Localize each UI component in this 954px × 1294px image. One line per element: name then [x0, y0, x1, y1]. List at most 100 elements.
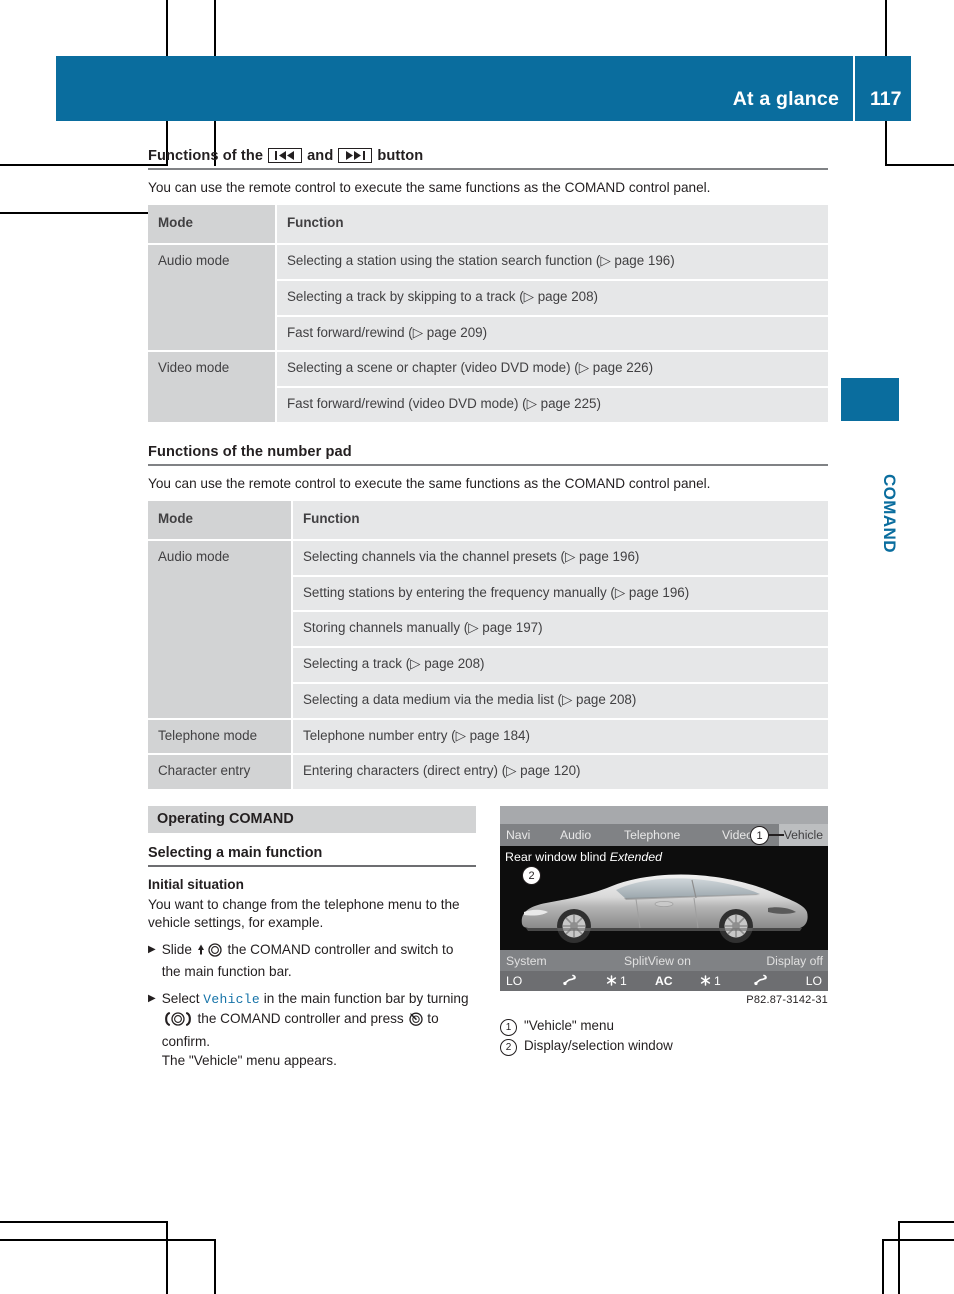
cell-function: Telephone number entry (▷ page 184): [291, 718, 828, 756]
screen-menu-video[interactable]: Video: [722, 828, 753, 842]
screen-menu-navi[interactable]: Navi: [506, 828, 530, 842]
comand-controller-press-icon: [408, 1012, 424, 1031]
functions-skip-button-table: Mode Function Audio mode Selecting a sta…: [148, 205, 828, 424]
table-header-row: Mode Function: [148, 501, 828, 541]
step-arrow-icon: ▶: [148, 944, 156, 956]
crop-mark-br-v1: [898, 1221, 900, 1294]
page-header-band: At a glance 117: [56, 56, 911, 121]
operating-subheading: Initial situation: [148, 876, 244, 892]
callout-1: 1: [750, 826, 769, 845]
column-header-mode: Mode: [148, 205, 276, 246]
section-1-heading-mid: and: [307, 148, 334, 164]
section-1-heading-prefix: Functions of the: [148, 148, 264, 164]
cell-function: Selecting a scene or chapter (video DVD …: [275, 351, 828, 389]
column-header-function: Function: [275, 205, 828, 246]
page-title: At a glance: [732, 88, 839, 110]
step-2-text-mid2: the COMAND controller and press: [197, 1011, 404, 1027]
legend-number-2: 2: [500, 1039, 517, 1057]
skip-backward-icon: [268, 147, 303, 163]
chapter-thumb-tab-label: COMAND: [880, 473, 899, 553]
step-1: ▶ Slide the COMAND controller and switch…: [148, 940, 476, 982]
illustration-legend: 1 "Vehicle" menu 2 Display/selection win…: [500, 1016, 828, 1057]
legend-number-1: 1: [500, 1019, 517, 1036]
crop-mark-tl-h2: [0, 212, 168, 214]
fan-icon-left: [606, 974, 617, 988]
screen-top-rail: [500, 806, 828, 824]
screen-status-splitview[interactable]: SplitView on: [624, 954, 691, 968]
section-1-heading-suffix: button: [377, 148, 424, 164]
legend-item-2: 2 Display/selection window: [500, 1036, 828, 1057]
cell-mode: Character entry: [148, 754, 292, 792]
cell-function: Storing channels manually (▷ page 197): [291, 611, 828, 649]
legend-item-1: 1 "Vehicle" menu: [500, 1016, 828, 1036]
legend-text-1: "Vehicle" menu: [524, 1018, 614, 1033]
step-1-text: Slide the COMAND controller and switch t…: [162, 940, 476, 982]
crop-mark-tl-h1: [0, 164, 168, 166]
callout-2: 2: [522, 866, 541, 885]
screen-stage-caption: Rear window blind Extended: [505, 850, 662, 864]
cell-mode: Audio mode: [148, 539, 292, 720]
cell-mode: Audio mode: [148, 244, 276, 353]
cell-function: Selecting a data medium via the media li…: [291, 682, 828, 720]
seat-airflow-icon-left: [562, 974, 576, 989]
section-1-heading: Functions of the and button: [148, 147, 828, 168]
screen-climate-bar: LO 1 AC 1 LO: [500, 971, 828, 991]
crop-mark-bl-h1: [0, 1221, 168, 1223]
step-2-text-mid: in the main function bar by turning: [263, 990, 469, 1006]
table-row: Audio mode Selecting a station using the…: [148, 244, 828, 353]
crop-mark-bl-v2: [214, 1239, 216, 1294]
section-1-intro: You can use the remote control to execut…: [148, 180, 711, 195]
crop-mark-br-h2: [882, 1239, 954, 1241]
table-row: Audio mode Selecting channels via the ch…: [148, 539, 828, 720]
chapter-bar: Operating COMAND: [148, 806, 476, 833]
comand-screen-illustration: Navi Audio Telephone Video Vehicle Rear …: [500, 806, 828, 1006]
step-2-text: Select Vehicle in the main function bar …: [162, 989, 476, 1070]
chapter-thumb-tab-block: [841, 378, 899, 421]
screen-status-displayoff[interactable]: Display off: [766, 954, 823, 968]
fan-level-left: 1: [620, 974, 627, 988]
climate-temp-left: LO: [506, 974, 523, 988]
illustration-column: Navi Audio Telephone Video Vehicle Rear …: [500, 806, 828, 1070]
table-header-row: Mode Function: [148, 205, 828, 246]
cell-function: Selecting a station using the station se…: [275, 244, 828, 281]
table-row: Telephone mode Telephone number entry (▷…: [148, 718, 828, 756]
page-number: 117: [870, 88, 902, 110]
screen-stage-caption-value: Extended: [609, 850, 663, 864]
section-2-heading-text: Functions of the number pad: [148, 443, 352, 460]
screen-menu-vehicle[interactable]: Vehicle: [778, 824, 828, 846]
operating-rule: [148, 865, 476, 867]
table-row: Character entry Entering characters (dir…: [148, 754, 828, 792]
cell-function: Setting stations by entering the frequen…: [291, 575, 828, 613]
page-content: Functions of the and button You can use …: [148, 147, 828, 811]
operating-heading: Selecting a main function: [148, 845, 323, 861]
section-2-intro: You can use the remote control to execut…: [148, 475, 711, 491]
screen-display-selection-window: Rear window blind Extended: [500, 846, 828, 950]
lower-section: Operating COMAND Selecting a main functi…: [148, 806, 828, 1070]
step-2-text-before: Select: [161, 990, 200, 1006]
screen-status-bar: System SplitView on Display off: [500, 950, 828, 971]
section-2-heading: Functions of the number pad: [148, 444, 828, 464]
crop-mark-tr-h1: [887, 164, 954, 166]
screen-menu-telephone[interactable]: Telephone: [624, 828, 680, 842]
fan-icon-right: [700, 974, 711, 988]
cell-function: Fast forward/rewind (video DVD mode) (▷ …: [275, 387, 828, 424]
crop-mark-bl-h2: [0, 1239, 216, 1241]
cell-function: Selecting a track by skipping to a track…: [275, 279, 828, 317]
section-1-rule: [148, 168, 828, 170]
operating-comand-column: Operating COMAND Selecting a main functi…: [148, 806, 476, 1070]
step-2: ▶ Select Vehicle in the main function ba…: [148, 989, 476, 1070]
comand-controller-turn-icon: [162, 1012, 194, 1031]
cell-function: Fast forward/rewind (▷ page 209): [275, 315, 828, 353]
functions-number-pad-table: Mode Function Audio mode Selecting chann…: [148, 501, 828, 792]
column-header-function: Function: [291, 501, 828, 541]
vehicle-silhouette-icon: [521, 874, 808, 943]
screen-menu-audio[interactable]: Audio: [560, 828, 591, 842]
crop-mark-br-v2: [882, 1239, 884, 1294]
screen-stage-caption-label: Rear window blind: [505, 850, 607, 864]
cell-function: Entering characters (direct entry) (▷ pa…: [291, 754, 828, 792]
cell-function: Selecting channels via the channel prese…: [291, 539, 828, 577]
cell-function: Selecting a track (▷ page 208): [291, 647, 828, 684]
step-2-highlight: Vehicle: [203, 991, 260, 1007]
cell-mode: Telephone mode: [148, 718, 292, 756]
screen-status-system[interactable]: System: [506, 954, 547, 968]
